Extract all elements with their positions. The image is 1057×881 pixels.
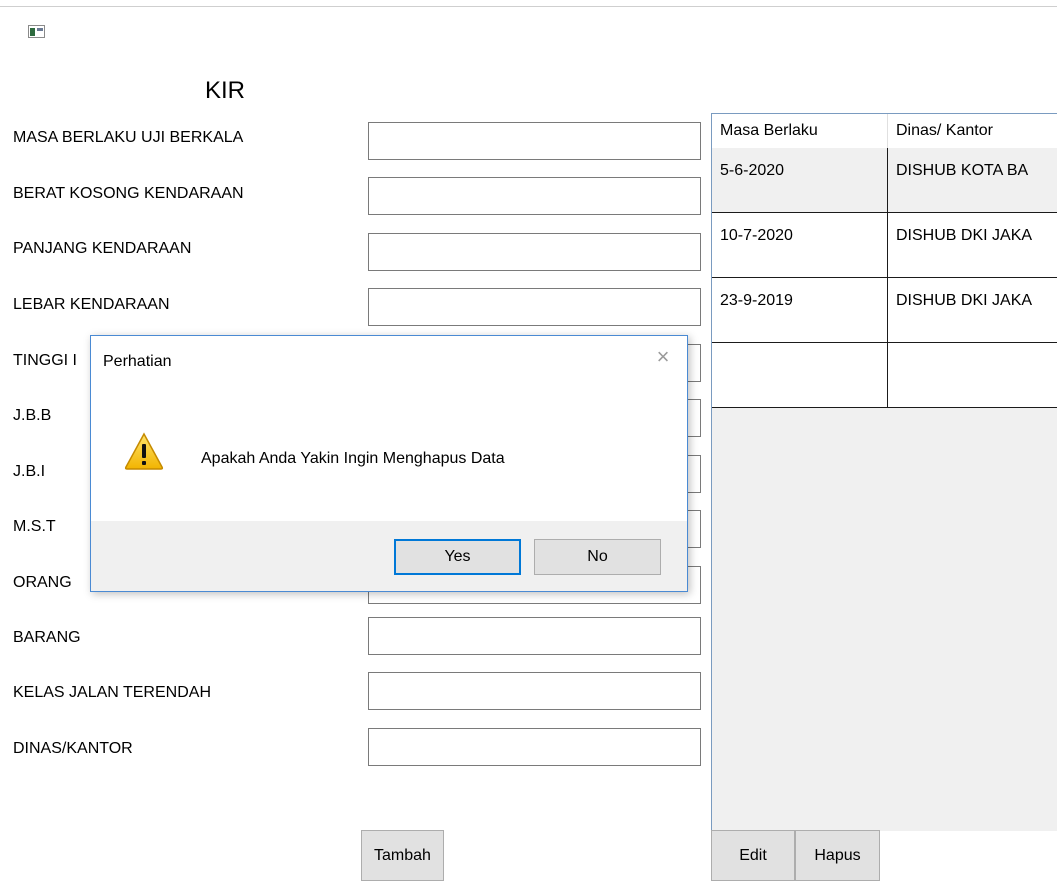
- table-row[interactable]: 23-9-2019 DISHUB DKI JAKA: [712, 278, 1057, 343]
- cell-dinas-kantor: DISHUB DKI JAKA: [896, 292, 1033, 309]
- table-row[interactable]: [712, 343, 1057, 408]
- label-jbi: J.B.I: [13, 463, 46, 480]
- yes-button[interactable]: Yes: [394, 539, 521, 575]
- label-tinggi: TINGGI I: [13, 352, 77, 369]
- column-header-masa-berlaku[interactable]: Masa Berlaku: [712, 114, 888, 148]
- cell-masa-berlaku: 5-6-2020: [712, 148, 888, 212]
- lebar-field[interactable]: [368, 288, 701, 326]
- window-top-border: [0, 6, 1057, 7]
- label-berat-kosong: BERAT KOSONG KENDARAAN: [13, 185, 244, 202]
- dinas-kantor-field[interactable]: [368, 728, 701, 766]
- warning-icon: [124, 432, 164, 470]
- edit-button[interactable]: Edit: [711, 830, 795, 881]
- dialog-title: Perhatian: [103, 353, 172, 370]
- label-masa-berlaku: MASA BERLAKU UJI BERKALA: [13, 129, 244, 146]
- table-row[interactable]: 5-6-2020 DISHUB KOTA BA: [712, 148, 1057, 213]
- kelas-jalan-field[interactable]: [368, 672, 701, 710]
- form-title: KIR: [205, 77, 246, 104]
- app-window-icon: [28, 25, 45, 38]
- label-kelas-jalan: KELAS JALAN TERENDAH: [13, 684, 211, 701]
- label-dinas-kantor: DINAS/KANTOR: [13, 740, 133, 757]
- dialog-message: Apakah Anda Yakin Ingin Menghapus Data: [201, 450, 505, 467]
- tambah-button[interactable]: Tambah: [361, 830, 444, 881]
- no-button[interactable]: No: [534, 539, 661, 575]
- label-lebar: LEBAR KENDARAAN: [13, 296, 170, 313]
- confirm-dialog: Perhatian × Apakah Anda Yakin Ingin Meng…: [90, 335, 688, 592]
- cell-dinas-kantor: DISHUB KOTA BA: [896, 162, 1029, 179]
- close-icon[interactable]: ×: [652, 346, 674, 368]
- masa-berlaku-field[interactable]: [368, 122, 701, 160]
- cell-masa-berlaku: 10-7-2020: [712, 213, 888, 277]
- grid-header: Masa Berlaku Dinas/ Kantor: [712, 114, 1057, 149]
- cell-masa-berlaku: [712, 343, 888, 407]
- column-header-dinas-kantor[interactable]: Dinas/ Kantor: [888, 114, 1057, 148]
- berat-kosong-field[interactable]: [368, 177, 701, 215]
- table-row[interactable]: 10-7-2020 DISHUB DKI JAKA: [712, 213, 1057, 278]
- panjang-field[interactable]: [368, 233, 701, 271]
- label-jbb: J.B.B: [13, 407, 52, 424]
- hapus-button[interactable]: Hapus: [795, 830, 880, 881]
- barang-field[interactable]: [368, 617, 701, 655]
- cell-masa-berlaku: 23-9-2019: [712, 278, 888, 342]
- cell-dinas-kantor: DISHUB DKI JAKA: [896, 227, 1033, 244]
- label-mst: M.S.T: [13, 518, 56, 535]
- label-orang: ORANG: [13, 574, 72, 591]
- cell-dinas-kantor: [888, 343, 1057, 407]
- data-grid[interactable]: Masa Berlaku Dinas/ Kantor 5-6-2020 DISH…: [711, 113, 1057, 831]
- label-barang: BARANG: [13, 629, 81, 646]
- label-panjang: PANJANG KENDARAAN: [13, 240, 192, 257]
